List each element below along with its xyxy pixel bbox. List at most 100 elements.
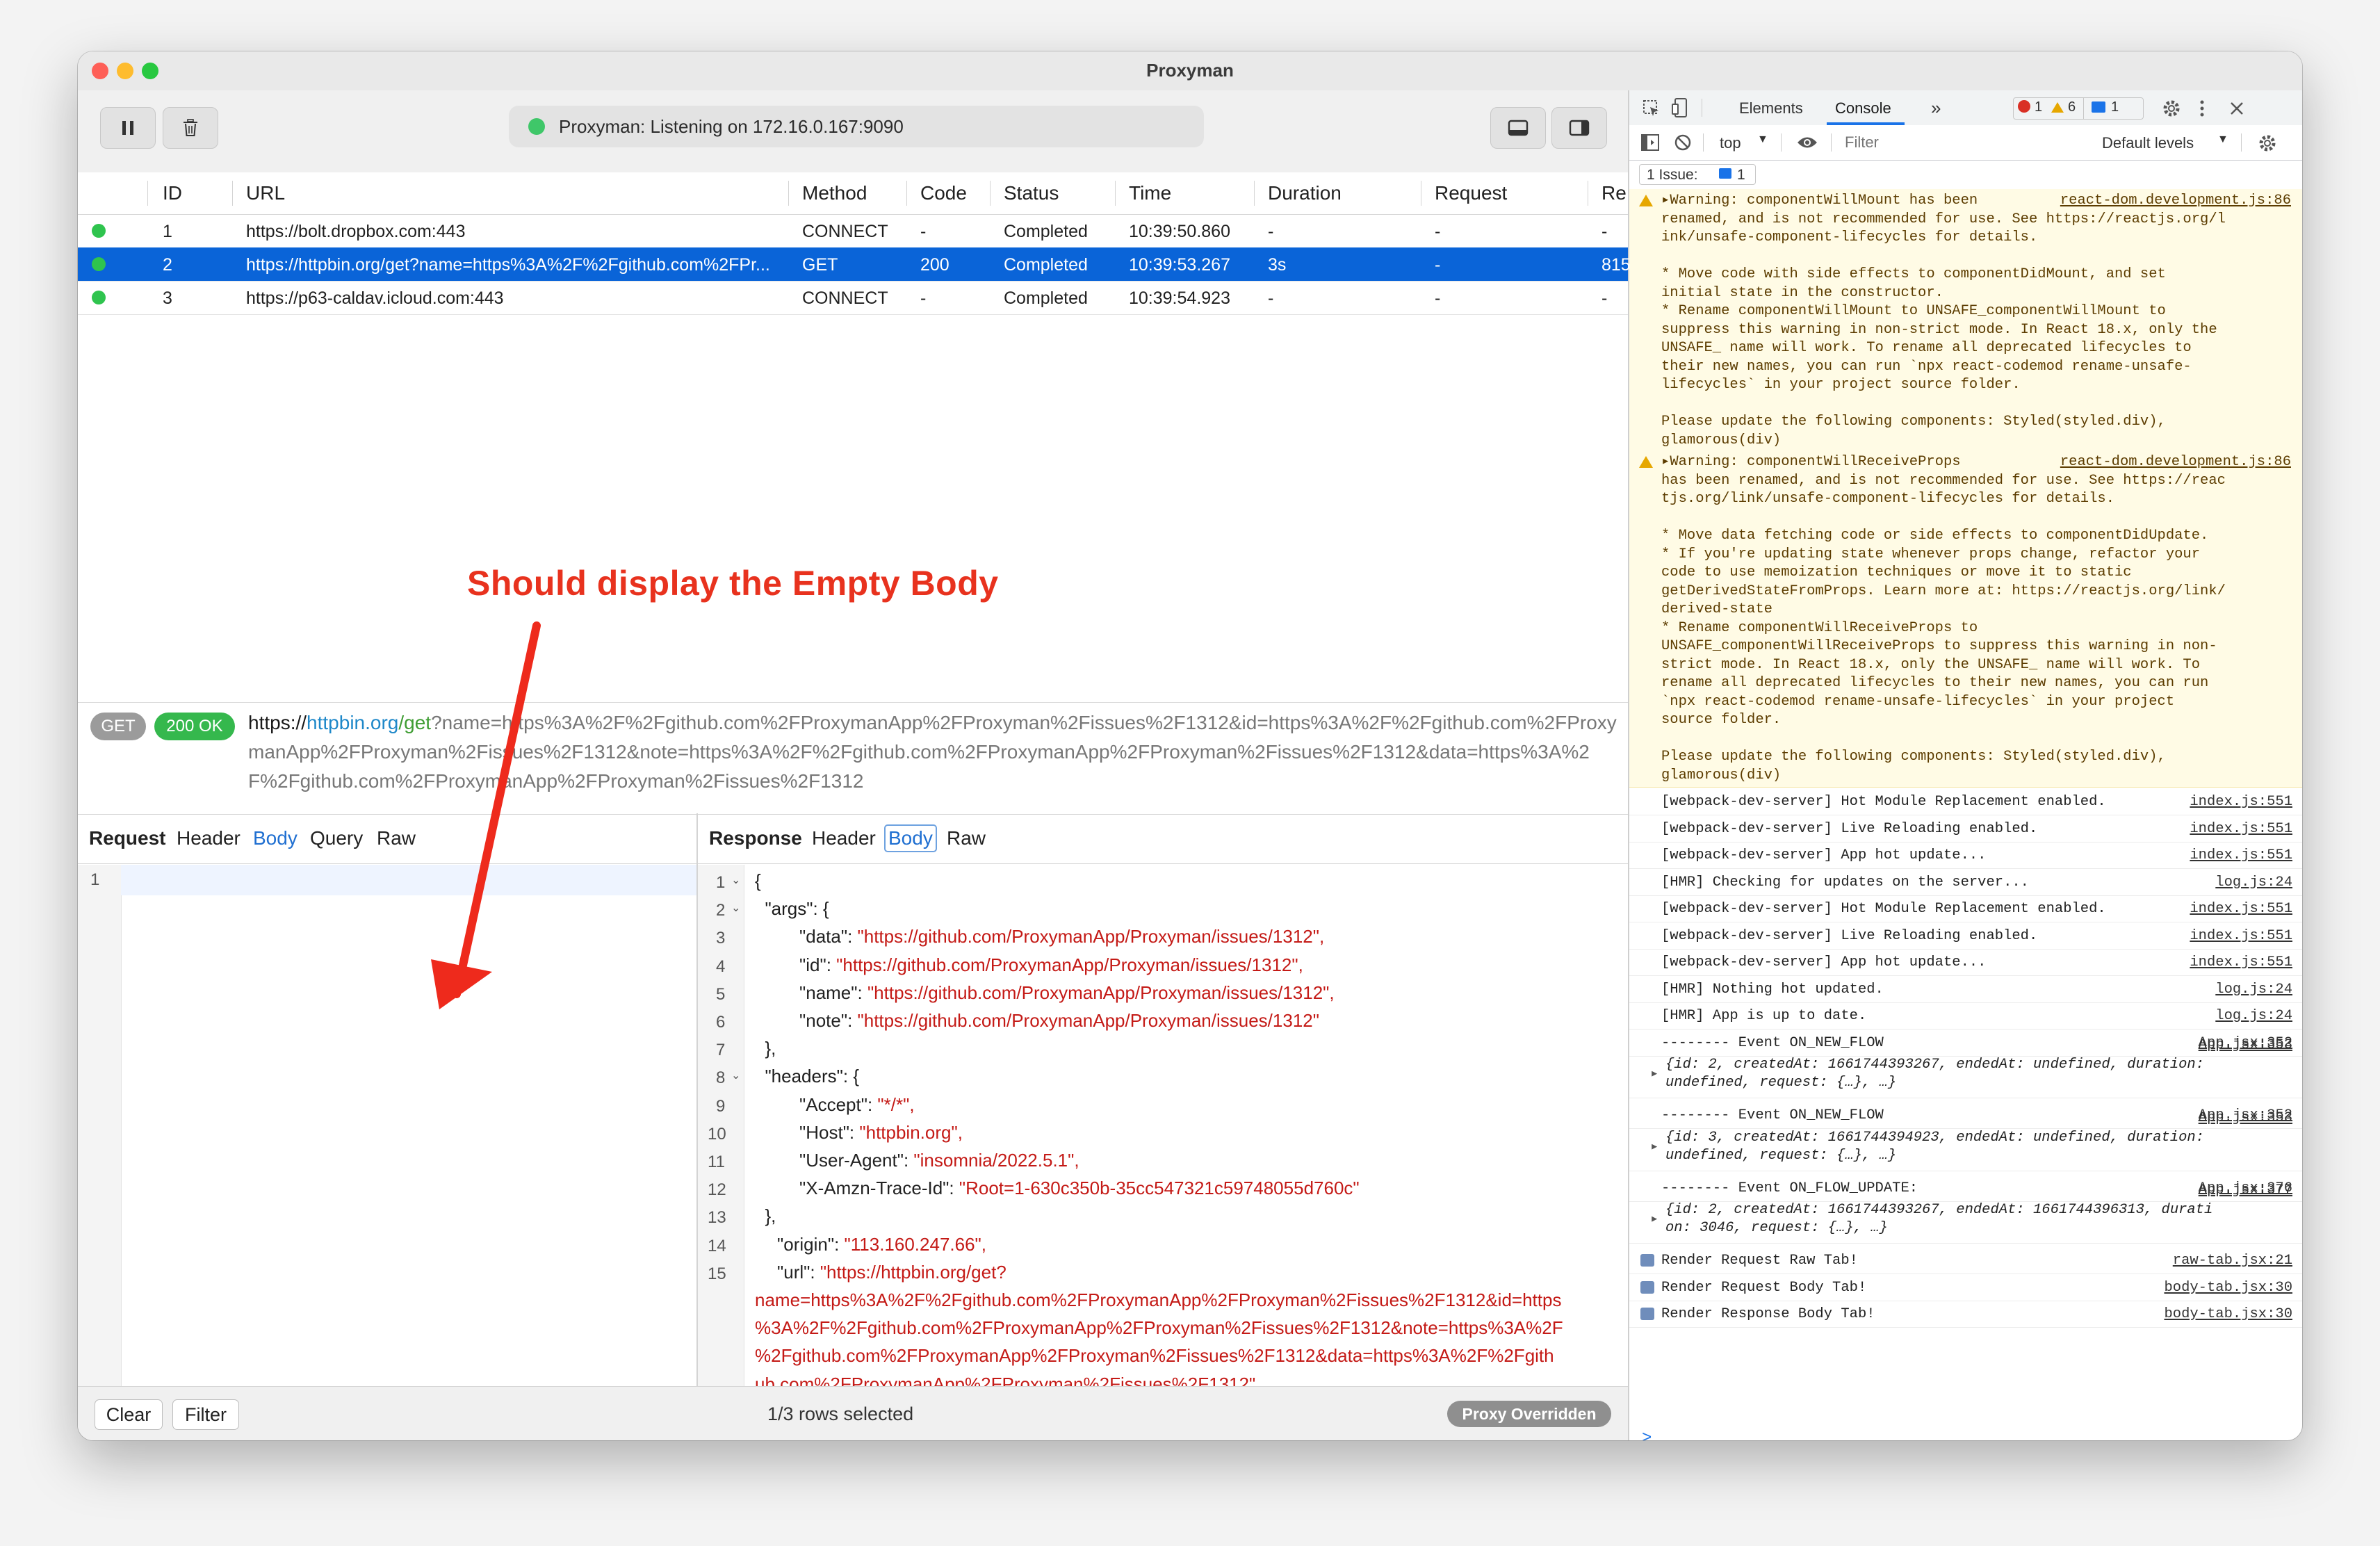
live-expression-eye-icon[interactable]: [1796, 135, 1818, 150]
console-log[interactable]: [webpack-dev-server] App hot update... in…: [1629, 842, 2302, 869]
log-levels-dropdown[interactable]: Default levels: [2102, 134, 2194, 152]
column-code[interactable]: Code: [920, 182, 967, 204]
log-source-link[interactable]: App.jsx:377: [2199, 1182, 2292, 1200]
expand-object-icon[interactable]: ▸: [1650, 1066, 1658, 1084]
sidebar-toggle-icon[interactable]: [1640, 133, 1660, 152]
column-url[interactable]: URL: [246, 182, 285, 204]
log-source-link[interactable]: raw-tab.jsx:21: [2173, 1253, 2292, 1269]
console-object-log[interactable]: App.jsx:377 ▸ {id: 2, createdAt: 166174439…: [1629, 1180, 2302, 1244]
log-source-link[interactable]: App.jsx:353: [2199, 1036, 2292, 1055]
filter-button[interactable]: Filter: [172, 1399, 239, 1430]
json-value: "*/*",: [877, 1093, 915, 1115]
clear-session-button[interactable]: [163, 107, 218, 149]
expand-triangle-icon[interactable]: ▸: [1661, 454, 1670, 470]
issues-button[interactable]: 1 Issue: 1: [1639, 164, 1756, 185]
tab-console[interactable]: Console: [1835, 99, 1891, 117]
column-response[interactable]: Re: [1601, 182, 1627, 204]
log-source-link[interactable]: log.js:24: [2215, 1008, 2292, 1024]
log-source-link[interactable]: index.js:551: [2190, 954, 2292, 970]
row-status: Completed: [1004, 255, 1088, 275]
fold-chevron-icon[interactable]: ⌄: [731, 901, 740, 915]
column-status[interactable]: Status: [1004, 182, 1059, 204]
more-tabs-button[interactable]: »: [1931, 97, 1941, 119]
console-log[interactable]: [HMR] Checking for updates on the server…: [1629, 869, 2302, 896]
log-source-link[interactable]: index.js:551: [2190, 794, 2292, 810]
log-source-link[interactable]: log.js:24: [2215, 982, 2292, 998]
device-toolbar-icon[interactable]: [1671, 97, 1690, 118]
console-info-log[interactable]: Render Request Raw Tab! raw-tab.jsx:21: [1629, 1247, 2302, 1274]
settings-gear-icon[interactable]: [2162, 99, 2181, 118]
log-source-link[interactable]: body-tab.jsx:30: [2164, 1306, 2292, 1322]
tab-request-raw[interactable]: Raw: [377, 827, 416, 849]
toggle-bottom-panel-button[interactable]: [1490, 107, 1546, 149]
pause-button[interactable]: [100, 107, 156, 149]
warning-text-line: source folder.: [1661, 712, 1782, 728]
console-warning[interactable]: ▸Warning: componentWillReceiveProps react…: [1629, 450, 2302, 788]
fold-chevron-icon[interactable]: ⌄: [731, 1068, 740, 1082]
tab-request-query[interactable]: Query: [310, 827, 363, 849]
log-source-link[interactable]: body-tab.jsx:30: [2164, 1280, 2292, 1296]
console-object-log[interactable]: App.jsx:353 ▸ {id: 2, createdAt: 166174439…: [1629, 1035, 2302, 1098]
column-method[interactable]: Method: [802, 182, 867, 204]
context-dropdown-icon[interactable]: ▼: [1757, 133, 1768, 146]
clear-console-icon[interactable]: [1674, 133, 1692, 152]
log-source-link[interactable]: index.js:551: [2190, 847, 2292, 863]
levels-dropdown-icon[interactable]: ▼: [2217, 133, 2228, 146]
tab-elements[interactable]: Elements: [1739, 99, 1803, 117]
inspect-element-icon[interactable]: [1642, 99, 1661, 118]
log-source-link[interactable]: App.jsx:353: [2199, 1109, 2292, 1128]
console-log[interactable]: [webpack-dev-server] Live Reloading enab…: [1629, 815, 2302, 843]
tab-response-body[interactable]: Body: [884, 824, 937, 852]
log-source-link[interactable]: log.js:24: [2215, 874, 2292, 890]
expand-triangle-icon[interactable]: ▸: [1661, 193, 1670, 209]
table-row[interactable]: 1 https://bolt.dropbox.com:443 CONNECT -…: [78, 214, 1628, 248]
expand-object-icon[interactable]: ▸: [1650, 1139, 1658, 1157]
expand-object-icon[interactable]: ▸: [1650, 1211, 1658, 1229]
column-request[interactable]: Request: [1435, 182, 1507, 204]
tab-request-header[interactable]: Header: [177, 827, 241, 849]
row-status: Completed: [1004, 222, 1088, 241]
title-bar: Proxyman: [78, 51, 2302, 91]
console-log[interactable]: [webpack-dev-server] Hot Module Replacem…: [1629, 788, 2302, 815]
warning-source-link[interactable]: react-dom.development.js:86: [2060, 453, 2291, 472]
console-log[interactable]: [webpack-dev-server] App hot update... in…: [1629, 949, 2302, 976]
console-log[interactable]: [webpack-dev-server] Live Reloading enab…: [1629, 922, 2302, 950]
console-warning[interactable]: ▸Warning: componentWillMount has been rea…: [1629, 189, 2302, 451]
console-filter-input[interactable]: [1838, 131, 2076, 154]
console-settings-gear-icon[interactable]: [2258, 133, 2277, 153]
console-log[interactable]: [webpack-dev-server] Hot Module Replacem…: [1629, 895, 2302, 922]
response-body-viewer[interactable]: 1 ⌄ {2 ⌄ "args": {3 "data": "https://github.…: [698, 865, 1628, 1425]
console-info-log[interactable]: Render Request Body Tab! body-tab.jsx:30: [1629, 1274, 2302, 1301]
log-source-link[interactable]: index.js:551: [2190, 928, 2292, 944]
response-line-number: 6: [716, 1013, 726, 1032]
full-url-text[interactable]: https://httpbin.org/get?name=https%3A%2F…: [248, 708, 1617, 796]
response-code-line: "X-Amzn-Trace-Id": "Root=1-630c350b-35cc…: [799, 1178, 1360, 1199]
toggle-side-panel-button[interactable]: [1551, 107, 1607, 149]
console-log[interactable]: [HMR] Nothing hot updated. log.js:24: [1629, 976, 2302, 1003]
console-prompt[interactable]: >: [1642, 1429, 1652, 1440]
clear-button[interactable]: Clear: [95, 1399, 163, 1430]
tab-request-body[interactable]: Body: [253, 827, 298, 849]
fold-chevron-icon[interactable]: ⌄: [731, 873, 740, 887]
more-options-icon[interactable]: [2198, 99, 2206, 118]
table-row[interactable]: 3 https://p63-caldav.icloud.com:443 CONN…: [78, 281, 1628, 315]
context-selector[interactable]: top: [1720, 134, 1741, 152]
proxy-overridden-badge[interactable]: Proxy Overridden: [1447, 1401, 1611, 1427]
tab-response-raw[interactable]: Raw: [947, 827, 986, 849]
warning-source-link[interactable]: react-dom.development.js:86: [2060, 192, 2291, 211]
column-duration[interactable]: Duration: [1268, 182, 1342, 204]
issues-label: 1 Issue:: [1647, 167, 1698, 183]
console-log[interactable]: [HMR] App is up to date. log.js:24: [1629, 1002, 2302, 1030]
tab-response-header[interactable]: Header: [812, 827, 876, 849]
console-object-log[interactable]: App.jsx:353 ▸ {id: 3, createdAt: 166174439…: [1629, 1108, 2302, 1171]
column-time[interactable]: Time: [1129, 182, 1171, 204]
log-source-link[interactable]: index.js:551: [2190, 821, 2292, 837]
table-row-selected[interactable]: 2 https://httpbin.org/get?name=https%3A%…: [78, 247, 1631, 282]
column-id[interactable]: ID: [163, 182, 182, 204]
request-body-editor[interactable]: [121, 865, 696, 1425]
console-info-log[interactable]: Render Response Body Tab! body-tab.jsx:30: [1629, 1301, 2302, 1328]
close-devtools-icon[interactable]: [2228, 100, 2245, 117]
row-duration: -: [1268, 222, 1274, 241]
issue-counters[interactable]: 1 6 1: [2013, 97, 2144, 120]
log-source-link[interactable]: index.js:551: [2190, 901, 2292, 917]
